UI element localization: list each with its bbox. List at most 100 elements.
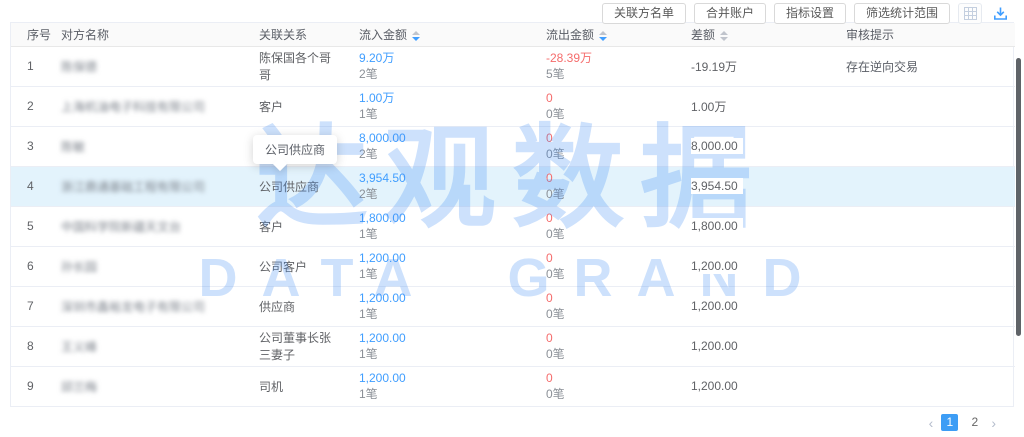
outflow-cell: 0 0笔 <box>530 286 675 326</box>
row-index: 3 <box>11 126 45 166</box>
table-row[interactable]: 8 王义峰 公司董事长张三妻子 1,200.00 1笔 0 0笔 1,200.0… <box>11 326 1015 366</box>
diff-amount: 1,200.00 <box>691 338 743 354</box>
page-2-button[interactable]: 2 <box>966 414 983 431</box>
row-index: 6 <box>11 246 45 286</box>
outflow-count: 0笔 <box>546 306 667 322</box>
related-party-table: 序号 对方名称 关联关系 流入金额 流出金额 差额 审核提示 1 陈保德 陈保国… <box>10 22 1014 407</box>
column-header-diff[interactable]: 差额 <box>675 23 830 46</box>
sort-icon-outflow[interactable] <box>599 31 607 41</box>
inflow-cell: 1,200.00 1笔 <box>343 366 530 406</box>
inflow-cell: 9.20万 2笔 <box>343 46 530 86</box>
table-row[interactable]: 3 陈敏 财务经理 8,000.00 2笔 0 0笔 8,000.00 <box>11 126 1015 166</box>
outflow-amount: 0 <box>546 130 667 146</box>
vertical-scrollbar-thumb[interactable] <box>1016 58 1021 336</box>
counterparty-name: 上海机油电子科技有限公司 <box>61 100 205 114</box>
audit-hint-cell <box>830 206 1015 246</box>
sort-icon-diff[interactable] <box>720 31 728 41</box>
diff-amount: 8,000.00 <box>691 138 743 154</box>
relation-cell: 供应商 <box>243 286 343 326</box>
inflow-cell: 1,200.00 1笔 <box>343 286 530 326</box>
download-icon[interactable] <box>990 3 1010 24</box>
diff-amount: 1,200.00 <box>691 258 743 274</box>
outflow-cell: 0 0笔 <box>530 86 675 126</box>
merge-account-button[interactable]: 合并账户 <box>694 3 766 24</box>
outflow-count: 0笔 <box>546 226 667 242</box>
related-party-list-button[interactable]: 关联方名单 <box>602 3 686 24</box>
counterparty-name: 孙长园 <box>61 260 97 274</box>
inflow-amount: 3,954.50 <box>359 170 522 186</box>
relation-cell: 司机 <box>243 366 343 406</box>
column-header-counterparty: 对方名称 <box>45 23 243 46</box>
column-header-outflow[interactable]: 流出金额 <box>530 23 675 46</box>
outflow-cell: 0 0笔 <box>530 206 675 246</box>
row-index: 2 <box>11 86 45 126</box>
diff-amount: 1,200.00 <box>691 378 743 394</box>
diff-cell: 8,000.00 <box>675 126 830 166</box>
outflow-amount: 0 <box>546 330 667 346</box>
inflow-count: 1笔 <box>359 226 522 242</box>
inflow-cell: 1.00万 1笔 <box>343 86 530 126</box>
outflow-amount: -28.39万 <box>546 50 667 66</box>
row-index: 1 <box>11 46 45 86</box>
inflow-count: 1笔 <box>359 106 522 122</box>
indicator-settings-button[interactable]: 指标设置 <box>774 3 846 24</box>
pagination: ‹ 1 2 › <box>929 414 996 431</box>
row-index: 7 <box>11 286 45 326</box>
table-row[interactable]: 1 陈保德 陈保国各个哥哥 9.20万 2笔 -28.39万 5笔 -19.19… <box>11 46 1015 86</box>
diff-amount: 1.00万 <box>691 97 731 116</box>
counterparty-name: 浙江鼎通基础工程有限公司 <box>61 180 205 194</box>
prev-page-icon[interactable]: ‹ <box>929 415 934 431</box>
table-row[interactable]: 2 上海机油电子科技有限公司 客户 1.00万 1笔 0 0笔 1.00万 <box>11 86 1015 126</box>
outflow-count: 0笔 <box>546 146 667 162</box>
table-row[interactable]: 7 深圳市鑫裕龙电子有限公司 供应商 1,200.00 1笔 0 0笔 1,20… <box>11 286 1015 326</box>
outflow-count: 0笔 <box>546 346 667 362</box>
column-header-index: 序号 <box>11 23 45 46</box>
table-body: 1 陈保德 陈保国各个哥哥 9.20万 2笔 -28.39万 5笔 -19.19… <box>11 46 1015 406</box>
outflow-amount: 0 <box>546 370 667 386</box>
column-header-inflow[interactable]: 流入金额 <box>343 23 530 46</box>
audit-hint-cell <box>830 126 1015 166</box>
related-party-analysis-page: 关联方名单 合并账户 指标设置 筛选统计范围 <box>0 0 1024 437</box>
column-header-audit-hint: 审核提示 <box>830 23 1015 46</box>
outflow-count: 0笔 <box>546 266 667 282</box>
relation-cell: 公司客户 <box>243 246 343 286</box>
inflow-count: 1笔 <box>359 266 522 282</box>
diff-amount: -19.19万 <box>691 57 742 76</box>
inflow-amount: 1,200.00 <box>359 330 522 346</box>
relation-cell: 公司董事长张三妻子 <box>243 326 343 366</box>
table-row[interactable]: 4 浙江鼎通基础工程有限公司 公司供应商 3,954.50 2笔 0 0笔 3,… <box>11 166 1015 206</box>
outflow-count: 5笔 <box>546 66 667 82</box>
page-1-button[interactable]: 1 <box>941 414 958 431</box>
column-header-relation: 关联关系 <box>243 23 343 46</box>
outflow-cell: -28.39万 5笔 <box>530 46 675 86</box>
filter-statistics-range-button[interactable]: 筛选统计范围 <box>854 3 950 24</box>
next-page-icon[interactable]: › <box>991 415 996 431</box>
relation-cell: 客户 <box>243 206 343 246</box>
counterparty-name: 邱兰梅 <box>61 380 97 394</box>
audit-hint-cell <box>830 166 1015 206</box>
outflow-amount: 0 <box>546 250 667 266</box>
inflow-amount: 1,200.00 <box>359 290 522 306</box>
diff-cell: 1,200.00 <box>675 246 830 286</box>
outflow-cell: 0 0笔 <box>530 326 675 366</box>
grid-icon[interactable] <box>958 3 982 24</box>
table-row[interactable]: 5 中国科学院新疆天文台 客户 1,800.00 1笔 0 0笔 1,800.0… <box>11 206 1015 246</box>
sort-icon-inflow[interactable] <box>412 31 420 41</box>
table-row[interactable]: 6 孙长园 公司客户 1,200.00 1笔 0 0笔 1,200.00 <box>11 246 1015 286</box>
outflow-count: 0笔 <box>546 386 667 402</box>
inflow-cell: 8,000.00 2笔 <box>343 126 530 166</box>
audit-hint-cell <box>830 86 1015 126</box>
row-index: 9 <box>11 366 45 406</box>
audit-hint-cell <box>830 326 1015 366</box>
audit-hint-cell: 存在逆向交易 <box>830 46 1015 86</box>
inflow-cell: 3,954.50 2笔 <box>343 166 530 206</box>
diff-cell: 1,200.00 <box>675 326 830 366</box>
relation-cell: 陈保国各个哥哥 <box>243 46 343 86</box>
counterparty-name: 陈保德 <box>61 60 97 74</box>
diff-amount: 3,954.50 <box>691 178 743 194</box>
counterparty-name: 陈敏 <box>61 140 85 154</box>
toolbar: 关联方名单 合并账户 指标设置 筛选统计范围 <box>602 3 1010 24</box>
inflow-count: 2笔 <box>359 66 522 82</box>
table-row[interactable]: 9 邱兰梅 司机 1,200.00 1笔 0 0笔 1,200.00 <box>11 366 1015 406</box>
outflow-amount: 0 <box>546 170 667 186</box>
